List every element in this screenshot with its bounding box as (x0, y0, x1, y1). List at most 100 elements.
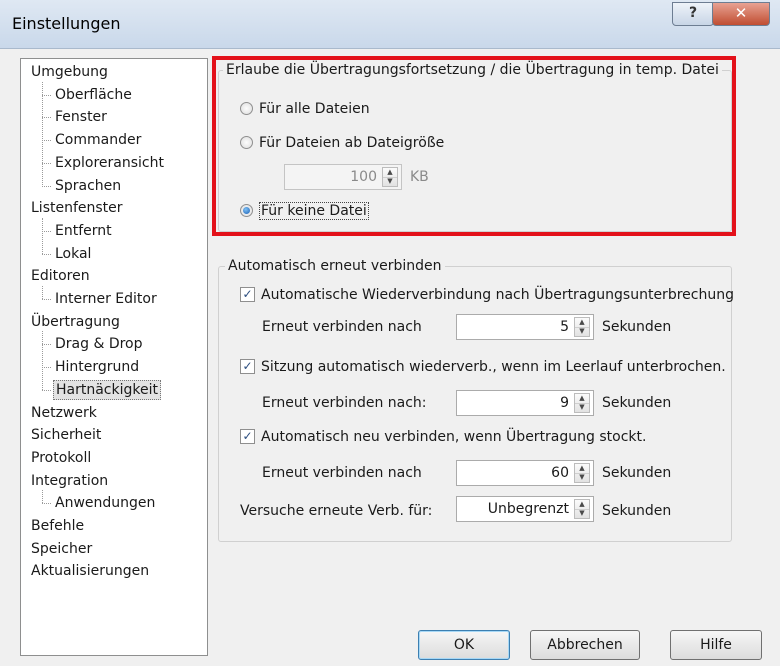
tree-item-label: Interner Editor (55, 291, 157, 307)
tree-connector (42, 490, 43, 504)
tree-item-8[interactable]: Lokal (53, 243, 93, 265)
tree-connector (42, 217, 43, 254)
tree-item-3[interactable]: Commander (53, 129, 143, 151)
checkmark-icon: ✓ (240, 358, 255, 374)
tree-item-label: Fenster (55, 109, 107, 126)
spin-buttons[interactable]: ▲ ▼ (574, 499, 590, 519)
stall-delay-value: 60 (551, 465, 569, 481)
spin-buttons[interactable]: ▲ ▼ (574, 393, 590, 413)
spin-down-icon[interactable]: ▼ (575, 473, 589, 482)
tree-item-label: Übertragung (31, 313, 120, 330)
ok-button[interactable]: OK (418, 630, 510, 660)
checkmark-icon: ✓ (240, 428, 255, 444)
tree-connector (42, 286, 43, 299)
tree-item-5[interactable]: Sprachen (53, 175, 123, 197)
tree-connector (42, 367, 51, 369)
idle-delay-value: 9 (560, 395, 569, 411)
tree-item-label: Commander (55, 132, 142, 149)
idle-reconnect-checkbox[interactable]: ✓ Sitzung automatisch wiederverb., wenn i… (240, 356, 726, 378)
retry-duration-label: Versuche erneute Verb. für: (240, 503, 433, 519)
tree-item-17[interactable]: Protokoll (29, 447, 93, 469)
tree-item-18[interactable]: Integration (29, 470, 110, 492)
cancel-button[interactable]: Abbrechen (530, 630, 640, 660)
tree-item-7[interactable]: Entfernt (53, 220, 114, 242)
spin-down-icon[interactable]: ▼ (575, 509, 589, 518)
tree-item-10[interactable]: Interner Editor (53, 288, 159, 310)
spin-down-icon[interactable]: ▼ (575, 327, 589, 336)
tree-item-label: Listenfenster (31, 200, 123, 217)
idle-delay-label: Erneut verbinden nach: (262, 395, 427, 411)
tree-item-1[interactable]: Oberfläche (53, 84, 134, 106)
idle-delay-unit: Sekunden (602, 395, 672, 411)
tree-item-label: Oberfläche (55, 86, 132, 103)
tree-item-15[interactable]: Netzwerk (29, 402, 99, 424)
tree-item-6[interactable]: Listenfenster (29, 197, 125, 219)
tree-item-label: Protokoll (31, 449, 92, 466)
tree-item-22[interactable]: Aktualisierungen (29, 560, 151, 582)
window-title: Einstellungen (12, 14, 121, 33)
settings-tree[interactable]: Umgebung Oberfläche Fenster Commander Explor… (20, 58, 208, 656)
tree-item-label: Integration (31, 472, 109, 489)
reconnect-group-legend: Automatisch erneut verbinden (225, 258, 445, 274)
tree-item-19[interactable]: Anwendungen (53, 492, 157, 514)
tree-connector (42, 81, 43, 186)
tree-connector (42, 503, 51, 505)
tree-connector (42, 94, 51, 96)
stall-delay-unit: Sekunden (602, 465, 672, 481)
tree-item-label: Editoren (31, 268, 90, 285)
reconnect-delay-label: Erneut verbinden nach (262, 319, 422, 335)
reconnect-delay-unit: Sekunden (602, 319, 672, 335)
tree-item-20[interactable]: Befehle (29, 515, 86, 537)
tree-connector (42, 253, 51, 255)
spin-buttons[interactable]: ▲ ▼ (574, 317, 590, 337)
help-button[interactable]: Hilfe (670, 630, 762, 660)
tree-item-label: Anwendungen (55, 495, 156, 512)
tree-item-label: Lokal (55, 245, 92, 262)
tree-item-9[interactable]: Editoren (29, 265, 92, 287)
tree-item-label: Sicherheit (31, 427, 102, 444)
tree-item-11[interactable]: Übertragung (29, 311, 122, 333)
tree-item-2[interactable]: Fenster (53, 106, 109, 128)
tree-connector (42, 162, 51, 164)
tree-item-label: Umgebung (31, 64, 108, 80)
auto-reconnect-checkbox[interactable]: ✓ Automatische Wiederverbindung nach Über… (240, 284, 734, 306)
retry-duration-input[interactable]: Unbegrenzt ▲ ▼ (456, 496, 594, 522)
reconnect-delay-value: 5 (560, 319, 569, 335)
tree-item-label: Speicher (31, 540, 93, 557)
tree-connector (42, 117, 51, 119)
idle-delay-input[interactable]: 9 ▲ ▼ (456, 390, 594, 416)
checkmark-icon: ✓ (240, 286, 255, 302)
tree-item-label: Drag & Drop (55, 336, 143, 353)
tree-item-label: Sprachen (55, 177, 122, 194)
idle-reconnect-label: Sitzung automatisch wiederverb., wenn im… (261, 359, 726, 375)
tree-connector (42, 344, 51, 346)
close-button[interactable]: ✕ (712, 2, 770, 26)
tree-item-label: Aktualisierungen (31, 563, 150, 580)
tree-item-13[interactable]: Hintergrund (53, 356, 141, 378)
retry-duration-unit: Sekunden (602, 503, 672, 519)
tree-connector (42, 299, 51, 300)
tree-item-label: Exploreransicht (55, 154, 164, 171)
tree-connector (42, 331, 43, 390)
tree-item-label: Hartnäckigkeit (53, 379, 161, 400)
stall-delay-input[interactable]: 60 ▲ ▼ (456, 460, 594, 486)
tree-item-14[interactable]: Hartnäckigkeit (53, 379, 161, 401)
auto-reconnect-label: Automatische Wiederverbindung nach Übert… (261, 287, 734, 303)
tree-item-label: Hintergrund (55, 359, 140, 376)
spin-buttons[interactable]: ▲ ▼ (574, 463, 590, 483)
reconnect-delay-input[interactable]: 5 ▲ ▼ (456, 314, 594, 340)
tree-item-label: Befehle (31, 518, 85, 534)
tree-item-label: Entfernt (55, 222, 112, 239)
stall-reconnect-label: Automatisch neu verbinden, wenn Übertrag… (261, 429, 647, 445)
tree-item-21[interactable]: Speicher (29, 538, 94, 560)
tree-item-0[interactable]: Umgebung (29, 61, 110, 83)
stall-reconnect-checkbox[interactable]: ✓ Automatisch neu verbinden, wenn Übertra… (240, 426, 646, 448)
tree-item-label: Netzwerk (31, 404, 97, 421)
tree-item-16[interactable]: Sicherheit (29, 424, 103, 446)
spin-down-icon[interactable]: ▼ (575, 403, 589, 412)
title-bar: Einstellungen ? ✕ (0, 0, 780, 49)
tree-connector (42, 389, 51, 391)
help-titlebar-button[interactable]: ? (672, 2, 714, 26)
tree-item-12[interactable]: Drag & Drop (53, 333, 145, 355)
tree-item-4[interactable]: Exploreransicht (53, 152, 166, 174)
